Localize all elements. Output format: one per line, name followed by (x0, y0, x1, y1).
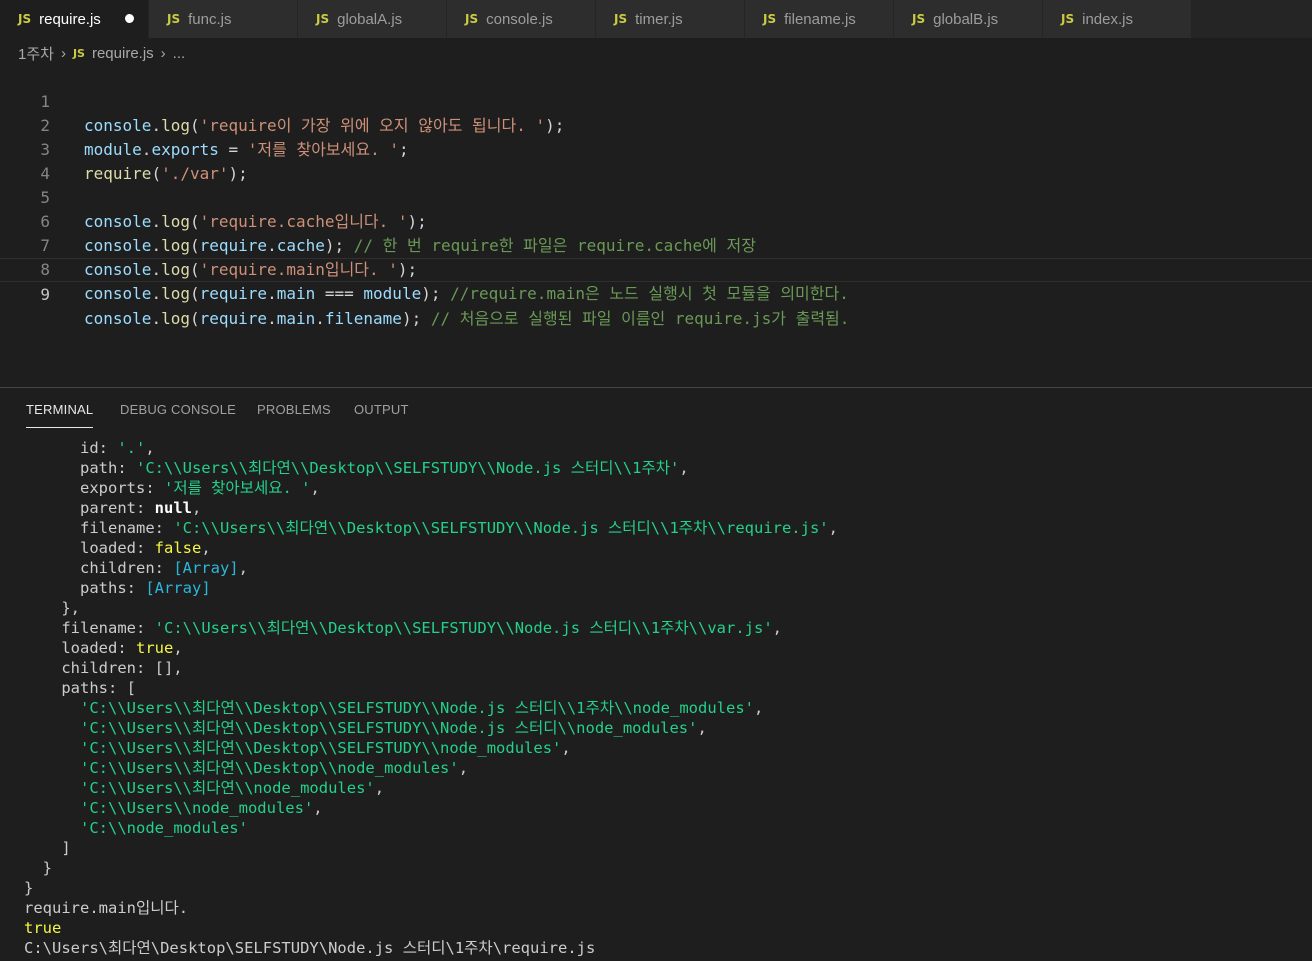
tab-globala-js[interactable]: JS globalA.js (298, 0, 447, 38)
terminal-line: 'C:\\Users\\최다연\\node_modules', (80, 779, 385, 797)
tab-timer-js[interactable]: JS timer.js (596, 0, 745, 38)
tab-func-js[interactable]: JS func.js (149, 0, 298, 38)
panel-tab-bar: TERMINAL DEBUG CONSOLE PROBLEMS OUTPUT (0, 388, 1312, 432)
code-line[interactable]: 7 console.log('require.main입니다. '); (0, 210, 1312, 279)
javascript-file-icon: JS (167, 12, 181, 26)
tab-label: globalA.js (337, 10, 403, 28)
code-line[interactable]: 6 console.log(require.cache); // 한 번 req… (0, 186, 1312, 255)
terminal-line: } (24, 859, 52, 877)
tab-label: index.js (1082, 10, 1133, 28)
javascript-file-icon: JS (1061, 12, 1075, 26)
javascript-file-icon: JS (465, 12, 479, 26)
tab-label: timer.js (635, 10, 683, 28)
code-line-current[interactable]: 9 console.log(require.main.filename); //… (0, 258, 1312, 328)
terminal-line: loaded: false, (24, 539, 211, 557)
tab-label: console.js (486, 10, 553, 28)
tab-output[interactable]: OUTPUT (354, 402, 409, 417)
line-number: 9 (40, 285, 50, 304)
tab-require-js[interactable]: JS require.js (0, 0, 149, 38)
code-line[interactable]: 3 require('./var'); (0, 114, 1312, 183)
terminal-line: id: '.', (24, 439, 155, 457)
terminal-line: 'C:\\Users\\최다연\\Desktop\\SELFSTUDY\\nod… (80, 739, 571, 757)
terminal-line: filename: 'C:\\Users\\최다연\\Desktop\\SELF… (24, 619, 782, 637)
code-editor[interactable]: 1 console.log('require이 가장 위에 오지 않아도 됩니다… (0, 66, 1312, 386)
javascript-file-icon: JS (72, 46, 85, 60)
terminal-line: }, (24, 599, 80, 617)
terminal-line: loaded: true, (24, 639, 183, 657)
terminal-output[interactable]: id: '.', path: 'C:\\Users\\최다연\\Desktop\… (0, 438, 1312, 961)
terminal-line: children: [], (24, 659, 183, 677)
terminal-line: ] (24, 839, 71, 857)
javascript-file-icon: JS (763, 12, 777, 26)
terminal-line: children: [Array], (24, 559, 248, 577)
tab-label: globalB.js (933, 10, 999, 28)
tab-terminal[interactable]: TERMINAL (26, 402, 94, 428)
code-line[interactable]: 8 console.log(require.main === module); … (0, 234, 1312, 303)
terminal-line: path: 'C:\\Users\\최다연\\Desktop\\SELFSTUD… (24, 459, 689, 477)
javascript-file-icon: JS (912, 12, 926, 26)
terminal-line: } (24, 879, 34, 897)
javascript-file-icon: JS (614, 12, 628, 26)
terminal-line: require.main입니다. (24, 899, 189, 917)
tab-filename-js[interactable]: JS filename.js (745, 0, 894, 38)
terminal-line: paths: [ (24, 679, 136, 697)
tab-index-js[interactable]: JS index.js (1043, 0, 1192, 38)
terminal-line: 'C:\\Users\\최다연\\Desktop\\SELFSTUDY\\Nod… (80, 719, 707, 737)
terminal-line: exports: '저를 찾아보세요. ', (24, 479, 320, 497)
terminal-line: 'C:\\Users\\최다연\\Desktop\\SELFSTUDY\\Nod… (80, 699, 764, 717)
javascript-file-icon: JS (18, 12, 32, 26)
breadcrumb-folder[interactable]: 1주차 (18, 43, 54, 64)
terminal-line: paths: [Array] (24, 579, 211, 597)
code-line[interactable]: 5 console.log('require.cache입니다. '); (0, 162, 1312, 231)
tab-console-js[interactable]: JS console.js (447, 0, 596, 38)
terminal-line: parent: null, (24, 499, 202, 517)
terminal-line: 'C:\\node_modules' (80, 819, 248, 837)
code-text: console.log(require.main.filename); // 처… (84, 309, 850, 328)
tab-globalb-js[interactable]: JS globalB.js (894, 0, 1043, 38)
tab-label: require.js (39, 10, 101, 28)
breadcrumb: 1주차 › JS require.js › ... (18, 42, 185, 64)
code-line[interactable]: 1 console.log('require이 가장 위에 오지 않아도 됩니다… (0, 66, 1312, 135)
code-text: console.log(require.main === module); //… (84, 284, 849, 303)
breadcrumb-file[interactable]: require.js (92, 45, 154, 62)
tab-problems[interactable]: PROBLEMS (257, 402, 331, 417)
chevron-right-icon: › (60, 44, 66, 62)
terminal-line: true (24, 919, 62, 937)
code-line[interactable]: 4 (0, 138, 1312, 183)
unsaved-changes-dot-icon[interactable] (125, 14, 134, 23)
javascript-file-icon: JS (316, 12, 330, 26)
tab-debug-console[interactable]: DEBUG CONSOLE (120, 402, 236, 417)
terminal-line: C:\Users\최다연\Desktop\SELFSTUDY\Node.js 스… (24, 939, 596, 957)
tab-label: filename.js (784, 10, 856, 28)
terminal-line: 'C:\\Users\\최다연\\Desktop\\node_modules', (80, 759, 469, 777)
terminal-line: filename: 'C:\\Users\\최다연\\Desktop\\SELF… (24, 519, 838, 537)
tab-label: func.js (188, 10, 232, 28)
chevron-right-icon: › (160, 44, 166, 62)
code-line[interactable]: 2 module.exports = '저를 찾아보세요. '; (0, 90, 1312, 159)
terminal-line: 'C:\\Users\\node_modules', (80, 799, 323, 817)
breadcrumb-symbols[interactable]: ... (173, 45, 186, 62)
editor-tab-bar: JS require.js JS func.js JS globalA.js J… (0, 0, 1312, 38)
